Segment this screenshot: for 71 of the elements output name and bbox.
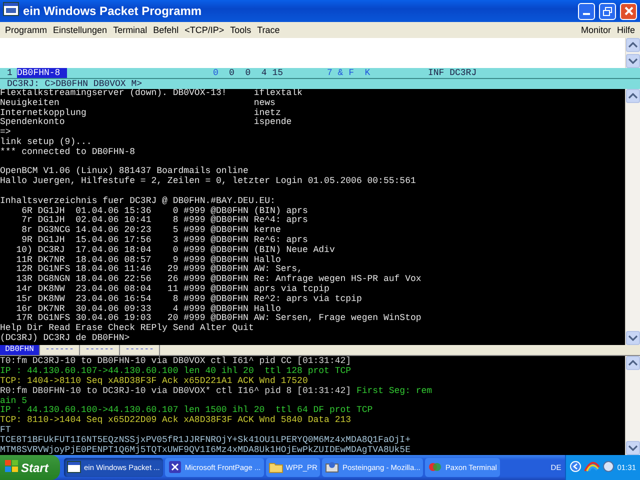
terminal-line: 7r DG1JH 02.04.06 10:41 8 #999 @DB0FHN Re^4: aprs bbox=[20, 216, 309, 226]
menu-item[interactable]: Tools bbox=[227, 25, 254, 35]
monitor-text: IP : 44.130.60.107->44.130.60.100 len 40 ihl 20 ttl 128 prot TCP bbox=[0, 366, 352, 376]
terminal-line: 15r DK8NW 23.04.06 16:54 8 #999 @DB0FHN Re^2: aprs via tcpip bbox=[15, 294, 363, 304]
terminal-line: OpenBCM V1.06 (Linux) 881437 Boardmails online bbox=[0, 167, 250, 176]
terminal-line: 17R DG1NFS 30.04.06 19:03 20 #999 @DB0FHN AW: Sersen, Frage wegen WinStop bbox=[15, 314, 422, 324]
terminal-line: 14r DK8NW 23.04.06 08:04 11 #999 @DB0FHN aprs via tcpip bbox=[15, 284, 330, 294]
menu-item[interactable]: Einstellungen bbox=[50, 25, 110, 35]
menu-item[interactable]: <TCP/IP> bbox=[182, 25, 228, 35]
terminal-line: Help Dir Read Erase Check REPly Send Alter Quit bbox=[0, 324, 255, 334]
monitor-text: IP : 44.130.60.100->44.130.60.107 len 1500 ihl 20 ttl 64 DF prot TCP bbox=[0, 405, 373, 416]
terminal-line: 8r DG3NCG 14.04.06 20:23 5 #999 @DB0FHN kerne bbox=[20, 226, 282, 236]
menu-item[interactable]: Terminal bbox=[110, 25, 150, 35]
monitor-text: TCP: 1404->8110 Seq xA8D38F3F Ack x65D221A1 ACK Wnd 17520 bbox=[0, 376, 308, 386]
cross-icon bbox=[168, 460, 182, 474]
monitor-text: First Seg: rem bbox=[356, 386, 432, 396]
globe-icon[interactable] bbox=[603, 461, 614, 474]
menu-item[interactable]: Monitor bbox=[578, 25, 614, 35]
scrollbar[interactable] bbox=[625, 89, 640, 345]
terminal-line: Neuigkeiten news bbox=[0, 98, 276, 108]
channel-tab[interactable]: ------ bbox=[120, 345, 160, 355]
terminal-line: 9R DG1JH 15.04.06 17:56 3 #999 @DB0FHN Re^6: aprs bbox=[20, 236, 309, 246]
terminal-line: 10) DC3RJ 17.04.06 18:04 0 #999 @DB0FHN (BIN) Neue Adiv bbox=[15, 246, 336, 255]
channel-tab[interactable]: ------ bbox=[40, 345, 80, 355]
close-icon bbox=[624, 6, 634, 16]
monitor-text: TCE8T1BFUkFUT1I6NT5EQzNSSjxPV05fR1JJRFNROjY+Sk41OU1LPERYQ0M6Mz4xMDA8Q1FaOjI+ bbox=[0, 435, 410, 446]
highlighted-callsign: DB0FHN-8 bbox=[17, 68, 67, 78]
minimize-button[interactable] bbox=[578, 2, 595, 20]
channel-tab[interactable]: DB0FHN bbox=[0, 345, 40, 355]
terminal-line: Inhaltsverzeichnis fuer DC3RJ @ DB0FHN.#BAY.DEU.EU: bbox=[0, 196, 276, 206]
status-field: 1 bbox=[0, 68, 17, 78]
monitor-text: TCP: 8110->1404 Seq x65D22D09 Ack xA8D38F3F ACK Wnd 5840 Data 213 bbox=[0, 415, 352, 426]
monitor-text: FT bbox=[0, 425, 11, 436]
monitor-text: T0:fm DC3RJ-10 to DB0FHN-10 via DB0VOX ctl I61^ pid CC [01:31:42] bbox=[0, 356, 352, 366]
menu-item[interactable]: Hilfe bbox=[614, 25, 638, 35]
status-field: 0 bbox=[213, 68, 229, 78]
monitor-text: MTM8SVRVWjoyPjE0PENPT1Q6Mj5TQTxUWF9QV1I6Mz4xMDA8Uk1HOjEwPkZUIDEwMDAgTVA8Uk5E bbox=[0, 445, 410, 455]
terminal-line: => bbox=[0, 128, 12, 138]
terminal-line: 12R DG1NFS 18.04.06 11:46 29 #999 @DB0FHN AW: Sers, bbox=[15, 265, 304, 274]
windows-logo-icon bbox=[5, 460, 18, 475]
monitor-text: ain 5 bbox=[0, 396, 28, 406]
channel-tab[interactable]: ------ bbox=[80, 345, 120, 355]
terminal-line: link setup (9)... bbox=[0, 138, 93, 148]
terminal-line: Hallo Juergen, Hilfestufe = 2, Zeilen = 0, letzter Login 01.05.2006 00:55:561 bbox=[0, 177, 417, 187]
window-title: ein Windows Packet Programm bbox=[23, 4, 203, 18]
menu-item[interactable]: Programm bbox=[2, 25, 50, 35]
minimize-icon bbox=[583, 13, 590, 15]
terminal-line: 11R DK7NR 18.04.06 08:57 9 #999 @DB0FHN Hallo bbox=[15, 256, 282, 265]
envelope-icon bbox=[325, 460, 340, 474]
folder-icon bbox=[268, 460, 283, 474]
start-button[interactable]: Start bbox=[0, 455, 60, 480]
status-field: INF DC3RJ bbox=[428, 68, 640, 78]
restore-button[interactable] bbox=[599, 2, 616, 20]
scrollbar[interactable] bbox=[625, 356, 640, 455]
window-icon bbox=[67, 460, 81, 474]
status-field: 0 0 4 15 bbox=[229, 68, 327, 78]
terminal-line: 13R DG8NGN 18.04.06 22:56 26 #999 @DB0FHN Re: Anfrage wegen HS-PR auf Vox bbox=[15, 275, 422, 284]
menu-item[interactable]: Trace bbox=[254, 25, 283, 35]
terminal-line: Internetkopplung inetz bbox=[0, 108, 281, 118]
terminal-line: Spendenkonto ispende bbox=[0, 118, 293, 128]
monitor-text: R0:fm DB0FHN-10 to DC3RJ-10 via DB0VOX* ctl I16^ pid 8 [01:31:42] bbox=[0, 386, 352, 396]
menu-item[interactable]: Befehl bbox=[150, 25, 182, 35]
terminal-line: (DC3RJ) DC3RJ de DB0FHN> bbox=[0, 334, 131, 344]
terminal-line: 16r DK7NR 30.04.06 09:33 4 #999 @DB0FHN Hallo bbox=[15, 304, 282, 314]
status-field: 7 & F K bbox=[327, 68, 428, 78]
close-button[interactable] bbox=[620, 2, 637, 20]
terminal-line: 6R DG1JH 01.04.06 15:36 0 #999 @DB0FHN (BIN) aprs bbox=[20, 206, 309, 216]
terminal-line: *** connected to DB0FHN-8 bbox=[0, 148, 136, 158]
restore-icon bbox=[602, 6, 613, 16]
scrollbar[interactable] bbox=[625, 38, 640, 68]
rainbow-icon[interactable] bbox=[584, 461, 600, 474]
